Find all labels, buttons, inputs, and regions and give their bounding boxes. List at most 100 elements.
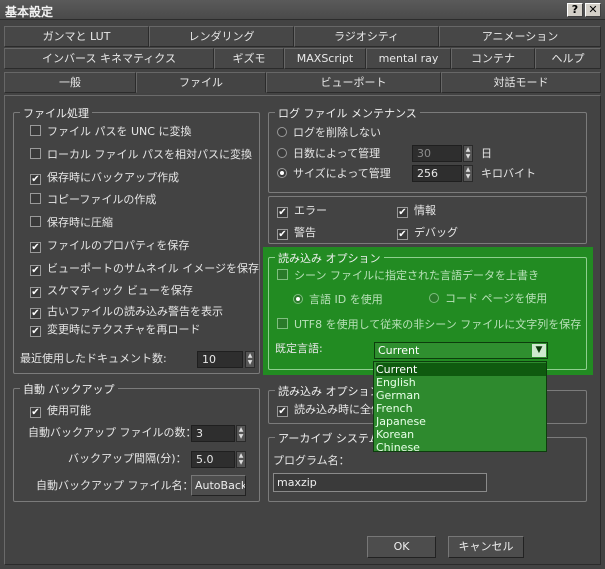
default-language-select[interactable]: Current ▼ (374, 342, 548, 359)
check-icon[interactable]: ✔ (30, 326, 41, 337)
radio-no-delete[interactable]: ログを削除しない (277, 125, 381, 141)
radio-by-size[interactable]: サイズによって管理 (277, 166, 391, 182)
check-icon[interactable]: ✔ (30, 407, 41, 418)
backup-interval-spinner[interactable]: 5.0 ▲ ▼ (191, 451, 247, 468)
dropdown-option-current[interactable]: Current (376, 363, 546, 376)
load-options-title: 読み込み オプション (275, 250, 384, 266)
dropdown-option-korean[interactable]: Korean (376, 428, 546, 441)
default-language-value: Current (378, 344, 420, 357)
checkbox-info[interactable]: ✔ 情報 (397, 203, 436, 219)
recent-docs-spinner[interactable]: 10 ▲ ▼ (197, 351, 257, 368)
dropdown-option-japanese[interactable]: Japanese (376, 415, 546, 428)
checkbox-override-language[interactable]: シーン ファイルに指定された言語データを上書き (277, 268, 539, 284)
ok-button[interactable]: OK (367, 536, 436, 558)
checkbox-copy-file[interactable]: コピーファイルの作成 (30, 192, 156, 208)
size-spinner[interactable]: 256 ▲ ▼ (412, 165, 474, 182)
dropdown-option-french[interactable]: French (376, 402, 546, 415)
spinner-arrows-icon[interactable]: ▲ ▼ (236, 425, 246, 442)
check-icon[interactable]: ✔ (30, 265, 41, 276)
check-icon[interactable]: ✔ (30, 242, 41, 253)
dropdown-option-chinese[interactable]: Chinese (376, 441, 546, 454)
title-bar: 基本設定 ? ✕ (0, 0, 605, 20)
checkbox-warning[interactable]: ✔ 警告 (277, 225, 316, 241)
close-button[interactable]: ✕ (585, 3, 601, 17)
checkbox-backup-on-save[interactable]: ✔ 保存時にバックアップ作成 (30, 170, 179, 186)
recent-docs-field[interactable]: 10 (197, 351, 243, 368)
checkbox-save-thumbnail[interactable]: ✔ ビューポートのサムネイル イメージを保存 (30, 261, 259, 277)
size-field[interactable]: 256 (412, 165, 462, 182)
check-icon[interactable]: ✔ (30, 174, 41, 185)
checkbox-unc[interactable]: ファイル パスを UNC に変換 (30, 124, 191, 140)
spinner-arrows-icon[interactable]: ▲ ▼ (236, 451, 246, 468)
check-icon[interactable]: ✔ (277, 406, 288, 417)
recent-docs-label: 最近使用したドキュメント数: (20, 352, 167, 365)
checkbox-old-file-warning[interactable]: ✔ 古いファイルの読み込み警告を表示 (30, 304, 223, 320)
checkbox-reload-textures[interactable]: ✔ 変更時にテクスチャを再ロード (30, 322, 201, 338)
spinner-arrows-icon[interactable]: ▲ ▼ (463, 165, 473, 182)
checkbox-compress-on-save[interactable]: 保存時に圧縮 (30, 215, 113, 231)
checkbox-box[interactable] (30, 125, 41, 136)
checkbox-box[interactable] (30, 148, 41, 159)
radio-icon[interactable] (277, 148, 287, 158)
dropdown-option-english[interactable]: English (376, 376, 546, 389)
check-icon[interactable]: ✔ (397, 207, 408, 218)
backup-interval-field[interactable]: 5.0 (191, 451, 235, 468)
log-flags-group: ✔ エラー ✔ 情報 ✔ 警告 ✔ デバッグ (268, 196, 587, 244)
check-icon[interactable]: ✔ (277, 207, 288, 218)
program-name-field[interactable]: maxzip (273, 473, 487, 492)
tab-maxscript[interactable]: MAXScript (284, 48, 366, 69)
checkbox-backup-enabled[interactable]: ✔ 使用可能 (30, 403, 91, 419)
size-unit: キロバイト (481, 167, 536, 180)
tab-files[interactable]: ファイル (136, 72, 266, 93)
checkbox-save-properties[interactable]: ✔ ファイルのプロパティを保存 (30, 238, 189, 254)
radio-language-id[interactable]: 言語 ID を使用 (293, 292, 383, 308)
tab-interaction-mode[interactable]: 対話モード (441, 72, 601, 93)
backup-count-spinner[interactable]: 3 ▲ ▼ (191, 425, 247, 442)
radio-icon[interactable] (277, 127, 287, 137)
tab-container[interactable]: コンテナ (451, 48, 535, 69)
checkbox-save-schematic[interactable]: ✔ スケマティック ビューを保存 (30, 283, 193, 299)
checkbox-box[interactable] (277, 318, 288, 329)
tab-rendering[interactable]: レンダリング (149, 26, 294, 47)
backup-name-button[interactable]: AutoBackup (191, 475, 246, 496)
radio-icon[interactable] (429, 293, 439, 303)
dropdown-option-german[interactable]: German (376, 389, 546, 402)
cancel-button[interactable]: キャンセル (448, 536, 524, 558)
checkbox-debug[interactable]: ✔ デバッグ (397, 225, 458, 241)
check-icon[interactable]: ✔ (30, 308, 41, 319)
help-button[interactable]: ? (567, 3, 583, 17)
check-icon[interactable]: ✔ (277, 229, 288, 240)
checkbox-utf8[interactable]: UTF8 を使用して従来の非シーン ファイルに文字列を保存 (277, 317, 581, 333)
language-dropdown-list[interactable]: Current English German French Japanese K… (373, 361, 547, 454)
tab-gizmo[interactable]: ギズモ (214, 48, 284, 69)
check-icon[interactable]: ✔ (397, 229, 408, 240)
tab-help[interactable]: ヘルプ (535, 48, 601, 69)
window-title: 基本設定 (5, 5, 54, 19)
days-field[interactable]: 30 (412, 145, 462, 162)
tab-general[interactable]: 一般 (4, 72, 136, 93)
tab-radiosity[interactable]: ラジオシティ (294, 26, 439, 47)
tab-viewports[interactable]: ビューポート (266, 72, 441, 93)
radio-code-page[interactable]: コード ページを使用 (429, 291, 547, 307)
auto-backup-title: 自動 バックアップ (20, 381, 118, 397)
tab-inverse-kinematics[interactable]: インバース キネマティクス (4, 48, 214, 69)
checkbox-box[interactable] (30, 216, 41, 227)
checkbox-relative-path[interactable]: ローカル ファイル パスを相対パスに変換 (30, 147, 252, 163)
checkbox-box[interactable] (277, 269, 288, 280)
checkbox-box[interactable] (30, 193, 41, 204)
backup-count-field[interactable]: 3 (191, 425, 235, 442)
chevron-down-icon[interactable]: ▼ (532, 344, 546, 357)
tab-animation[interactable]: アニメーション (439, 26, 601, 47)
spinner-arrows-icon[interactable]: ▲ ▼ (463, 145, 473, 162)
radio-by-days[interactable]: 日数によって管理 (277, 146, 380, 162)
checkbox-load-all[interactable]: ✔ 読み込み時に全体 (277, 402, 382, 418)
tab-mental-ray[interactable]: mental ray (366, 48, 451, 69)
radio-selected-icon[interactable] (277, 168, 287, 178)
spinner-arrows-icon[interactable]: ▲ ▼ (245, 351, 255, 368)
days-spinner[interactable]: 30 ▲ ▼ (412, 145, 474, 162)
tab-gamma-lut[interactable]: ガンマと LUT (4, 26, 149, 47)
file-handling-title: ファイル処理 (20, 105, 92, 121)
checkbox-error[interactable]: ✔ エラー (277, 203, 327, 219)
check-icon[interactable]: ✔ (30, 287, 41, 298)
radio-selected-icon[interactable] (293, 294, 303, 304)
